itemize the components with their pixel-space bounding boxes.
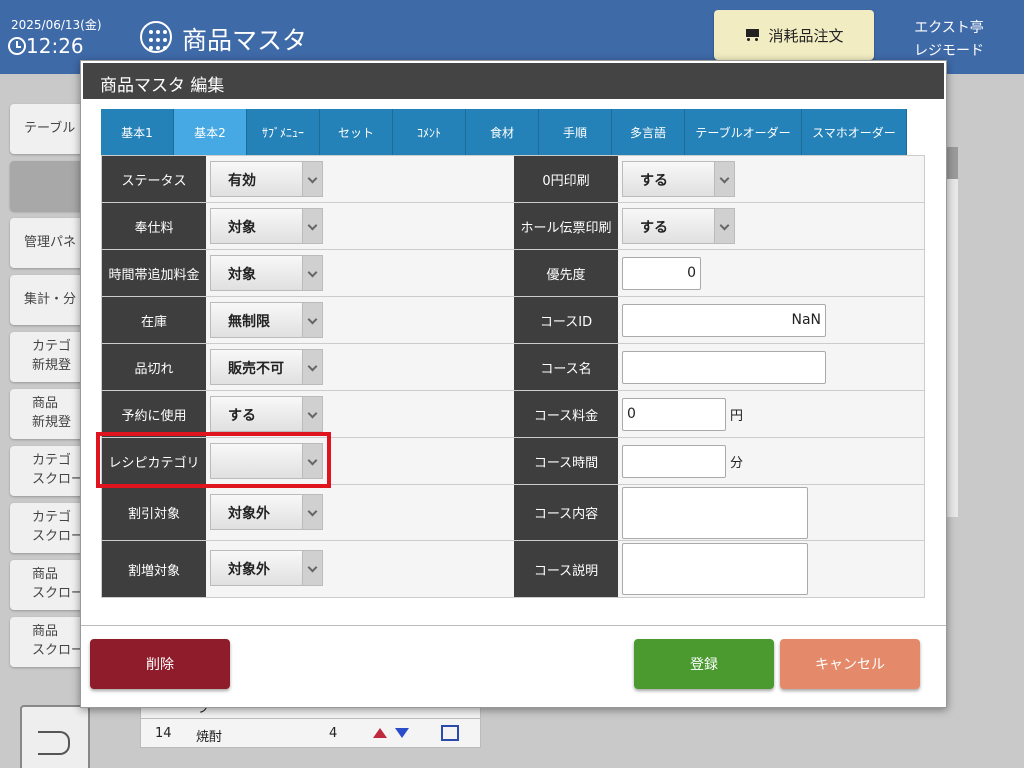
yen-unit: 円 [730,409,744,424]
course-name-input[interactable] [622,351,826,384]
priority-label: 優先度 [514,250,618,296]
cancel-button[interactable]: キャンセル [780,639,920,689]
course-description-textarea[interactable] [622,543,808,595]
hall-slip-print-select[interactable]: する [622,208,735,244]
edit-form: ステータス 有効 奉仕料 対象 時間帯追加料金 対象 在庫 無制限 品切れ 販売… [101,155,925,598]
course-description-label: コース説明 [514,541,618,597]
tab-basic2[interactable]: 基本2 [174,109,247,155]
tab-set[interactable]: セット [320,109,393,155]
product-edit-modal: 商品マスタ 編集 基本1 基本2 ｻﾌﾞﾒﾆｭｰ セット ｺﾒﾝﾄ 食材 手順 … [80,60,947,708]
form-row-zero-yen-print: 0円印刷 する [514,156,924,203]
status-select[interactable]: 有効 [210,161,323,197]
service-charge-select[interactable]: 対象 [210,208,323,244]
chevron-down-icon [302,350,322,384]
time-surcharge-select[interactable]: 対象 [210,255,323,291]
chevron-down-icon [714,162,734,196]
course-time-input[interactable] [622,445,726,478]
minutes-unit: 分 [730,456,744,471]
form-row-reservation: 予約に使用 する [102,391,514,438]
tab-basic1[interactable]: 基本1 [101,109,174,155]
tab-multilingual[interactable]: 多言語 [612,109,685,155]
current-date: 2025/06/13(金) [11,18,102,32]
form-row-discount: 割引対象 対象外 [102,485,514,541]
modal-title: 商品マスタ 編集 [83,63,944,99]
table-row[interactable]: 14 焼酎 4 [141,720,480,748]
chevron-down-icon [302,209,322,243]
form-row-sold-out: 品切れ 販売不可 [102,344,514,391]
recipe-category-highlight [96,432,331,488]
zero-yen-print-label: 0円印刷 [514,156,618,202]
tab-comment[interactable]: ｺﾒﾝﾄ [393,109,466,155]
course-id-label: コースID [514,297,618,343]
chevron-down-icon [302,551,322,585]
app-menu-icon[interactable] [140,21,172,53]
shop-info: エクスト亭 レジモード [914,17,984,63]
form-row-course-content: コース内容 [514,485,924,541]
supply-order-button[interactable]: 消耗品注文 [714,10,874,60]
status-label: ステータス [102,156,206,202]
move-up-icon[interactable] [373,728,387,738]
form-row-stock: 在庫 無制限 [102,297,514,344]
delete-button[interactable]: 削除 [90,639,230,689]
discount-select[interactable]: 対象外 [210,494,323,530]
register-button[interactable]: 登録 [634,639,774,689]
chevron-down-icon [302,256,322,290]
chevron-down-icon [302,495,322,529]
form-row-surcharge: 割増対象 対象外 [102,541,514,597]
zero-yen-print-select[interactable]: する [622,161,735,197]
hall-slip-print-label: ホール伝票印刷 [514,203,618,249]
tab-smartphone-order[interactable]: スマホオーダー [802,109,907,155]
form-row-course-id: コースID NaN [514,297,924,344]
form-row-hall-slip-print: ホール伝票印刷 する [514,203,924,250]
course-id-input[interactable]: NaN [622,304,826,337]
form-row-course-price: コース料金 0 円 [514,391,924,438]
course-name-label: コース名 [514,344,618,390]
surcharge-select[interactable]: 対象外 [210,550,323,586]
footer-divider [81,625,946,626]
form-row-time-surcharge: 時間帯追加料金 対象 [102,250,514,297]
form-row-priority: 優先度 0 [514,250,924,297]
tab-procedure[interactable]: 手順 [539,109,612,155]
form-row-course-time: コース時間 分 [514,438,924,485]
sold-out-select[interactable]: 販売不可 [210,349,323,385]
form-row-course-description: コース説明 [514,541,924,597]
tab-ingredients[interactable]: 食材 [466,109,539,155]
edit-icon[interactable] [441,725,459,741]
course-content-label: コース内容 [514,485,618,540]
reservation-select[interactable]: する [210,396,323,432]
supply-order-label: 消耗品注文 [768,26,844,45]
form-row-service-charge: 奉仕料 対象 [102,203,514,250]
course-price-input[interactable]: 0 [622,398,726,431]
current-time: 12:26 [26,34,84,58]
chevron-down-icon [302,303,322,337]
course-time-label: コース時間 [514,438,618,484]
service-charge-label: 奉仕料 [102,203,206,249]
form-row-course-name: コース名 [514,344,924,391]
discount-label: 割引対象 [102,485,206,540]
course-price-label: コース料金 [514,391,618,437]
reservation-label: 予約に使用 [102,391,206,437]
surcharge-label: 割増対象 [102,541,206,597]
chevron-down-icon [302,397,322,431]
time-surcharge-label: 時間帯追加料金 [102,250,206,296]
tab-table-order[interactable]: テーブルオーダー [685,109,802,155]
form-row-status: ステータス 有効 [102,156,514,203]
stock-select[interactable]: 無制限 [210,302,323,338]
chevron-down-icon [714,209,734,243]
shop-name: エクスト亭 [914,20,984,36]
course-content-textarea[interactable] [622,487,808,539]
back-button[interactable] [20,705,90,768]
priority-input[interactable]: 0 [622,257,701,290]
tab-submenu[interactable]: ｻﾌﾞﾒﾆｭｰ [247,109,320,155]
chevron-down-icon [302,162,322,196]
stock-label: 在庫 [102,297,206,343]
sold-out-label: 品切れ [102,344,206,390]
clock-icon [8,37,26,55]
page-title: 商品マスタ [182,26,308,55]
cart-icon [744,28,762,42]
move-down-icon[interactable] [395,728,409,738]
tab-bar: 基本1 基本2 ｻﾌﾞﾒﾆｭｰ セット ｺﾒﾝﾄ 食材 手順 多言語 テーブルオ… [101,109,907,155]
